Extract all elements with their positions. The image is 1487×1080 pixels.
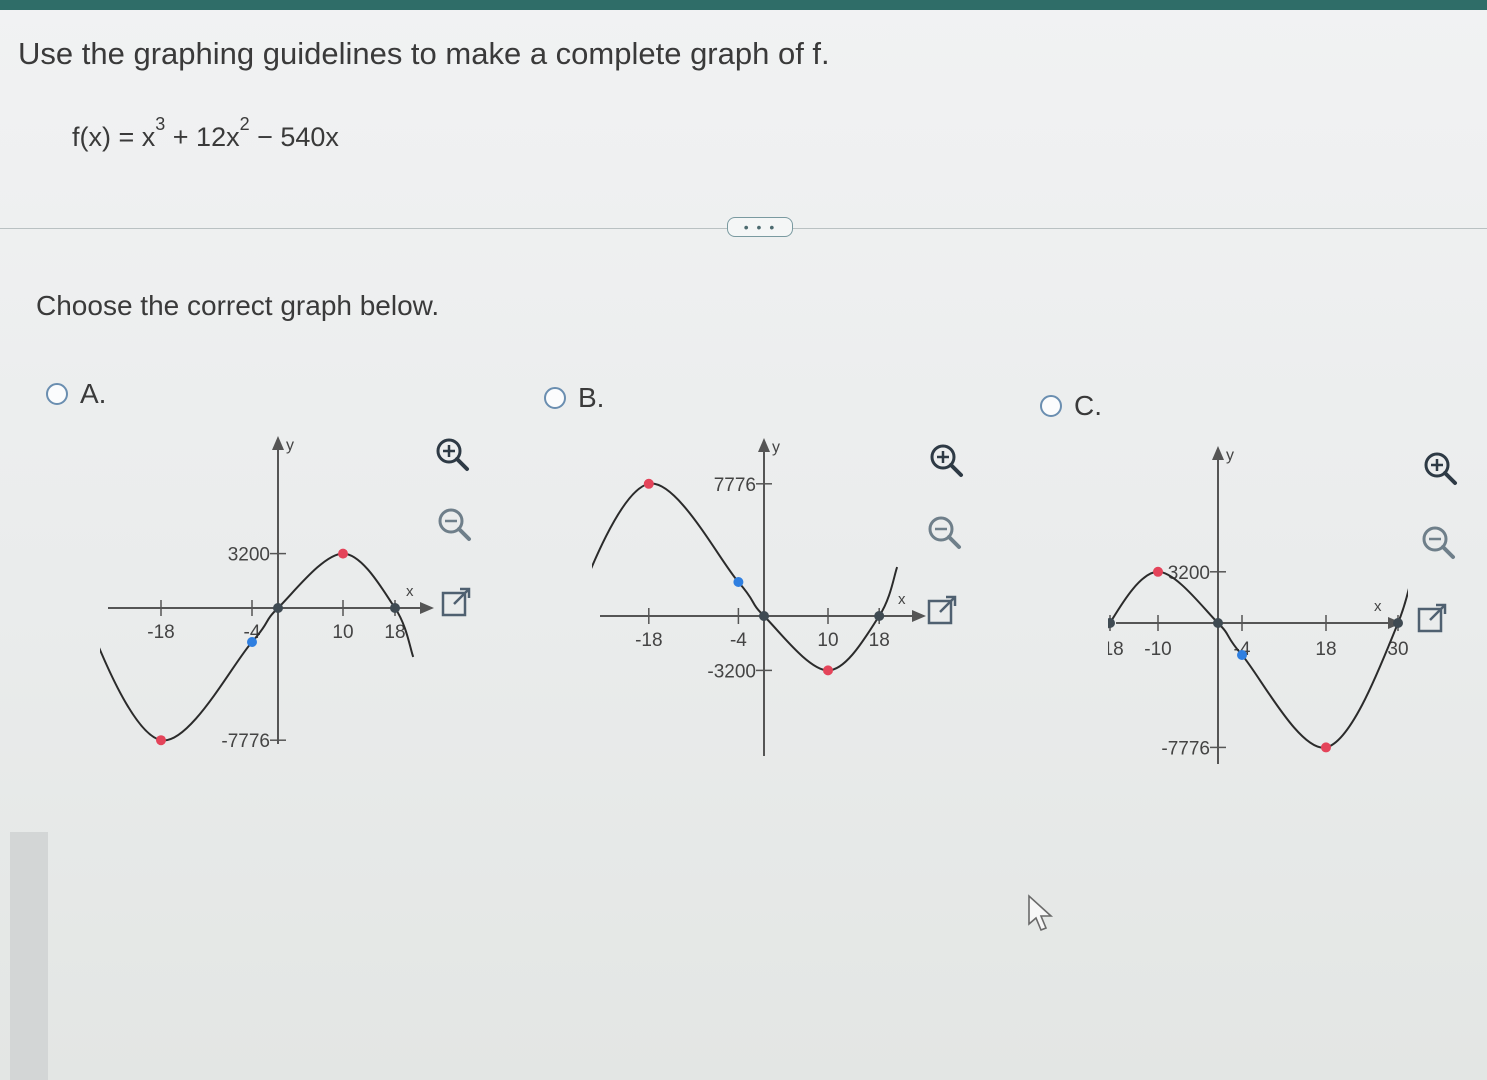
y-axis-arrow [758,438,770,452]
intercept-point [390,603,400,613]
option-a[interactable]: A. [46,378,106,410]
option-a-label: A. [80,378,107,409]
y-axis-label: y [1226,447,1234,464]
more-button[interactable]: • • • [727,217,793,237]
top-bar [0,0,1487,10]
function-curve [100,552,415,742]
popout-icon [927,595,957,625]
inflection-point [1237,650,1247,660]
x-axis-arrow [420,602,434,614]
inflection-point [733,577,744,587]
x-tick-label: 10 [817,630,838,651]
option-b-label: B. [578,382,605,413]
x-axis-label: x [1374,598,1382,615]
intercept-point [874,611,885,621]
intercept-point [273,603,283,613]
radio-button-c[interactable] [1040,395,1062,417]
zoom-in-icon [930,444,963,477]
x-tick-label: 18 [869,630,890,651]
x-tick-label: -18 [147,622,174,643]
zoom-out-button-a[interactable] [434,504,474,544]
y-axis-label: y [286,437,294,454]
intercept-point [1108,618,1115,628]
question-instruction: Use the graphing guidelines to make a co… [18,36,830,71]
zoom-in-icon [1424,452,1457,485]
popout-icon [1417,603,1447,633]
y-axis-arrow [1212,446,1224,460]
y-tick-label: 3200 [1168,563,1210,584]
formula-exponent-3: 3 [155,114,166,134]
graph-c: xy-18-10-418303200-7776 [1108,446,1408,764]
extremum-point [1153,566,1163,577]
graph-a: xy-30-18-410183200-7776 [100,436,434,748]
intercept-point [1393,618,1403,628]
graph-b: xy-30-18-410187776-3200 [592,438,926,756]
option-b[interactable]: B. [544,382,604,414]
function-curve [1108,570,1408,749]
y-tick-label: 7776 [714,475,756,496]
x-tick-label: -18 [1108,639,1124,660]
zoom-out-icon [438,508,471,541]
x-tick-label: 18 [384,622,405,643]
zoom-in-button-a[interactable] [432,434,472,474]
zoom-in-icon [436,438,469,471]
zoom-in-button-b[interactable] [926,440,966,480]
inflection-point [247,637,257,647]
formula-suffix: − 540x [249,122,339,152]
option-c[interactable]: C. [1040,390,1102,422]
y-axis-arrow [272,436,284,450]
option-c-label: C. [1074,390,1102,421]
zoom-out-icon [928,516,961,549]
function-formula: f(x) = x3 + 12x2 − 540x [72,114,339,153]
popout-button-a[interactable] [436,582,476,622]
x-tick-label: -18 [635,630,662,651]
extremum-point [338,548,348,559]
y-axis-label: y [772,439,780,456]
page: Use the graphing guidelines to make a co… [0,0,1487,1080]
x-axis-label: x [898,591,906,608]
x-tick-label: 10 [332,622,353,643]
intercept-point [1213,618,1223,628]
x-tick-label: -10 [1144,639,1171,660]
formula-exponent-2: 2 [239,114,250,134]
popout-button-b[interactable] [922,590,962,630]
formula-middle: + 12x [165,122,240,152]
extremum-point [1321,742,1331,753]
x-tick-label: -4 [730,630,747,651]
y-tick-label: -7776 [1161,738,1210,759]
zoom-out-button-b[interactable] [924,512,964,552]
zoom-out-button-c[interactable] [1418,522,1458,562]
radio-button-a[interactable] [46,383,68,405]
left-edge-strip [10,832,48,1080]
popout-button-c[interactable] [1412,598,1452,638]
formula-prefix: f(x) = x [72,122,156,152]
popout-icon [441,587,471,617]
zoom-in-button-c[interactable] [1420,448,1460,488]
extremum-point [156,735,166,746]
y-tick-label: -3200 [707,661,756,682]
mouse-cursor-icon [1028,894,1054,932]
radio-button-b[interactable] [544,387,566,409]
intercept-point [759,611,769,621]
x-tick-label: 18 [1315,639,1336,660]
question-prompt: Choose the correct graph below. [36,290,440,321]
x-axis-label: x [406,583,414,600]
zoom-out-icon [1422,526,1455,559]
extremum-point [643,478,654,489]
y-tick-label: -7776 [221,731,270,748]
function-curve [592,482,899,672]
extremum-point [823,665,833,676]
y-tick-label: 3200 [228,545,270,566]
